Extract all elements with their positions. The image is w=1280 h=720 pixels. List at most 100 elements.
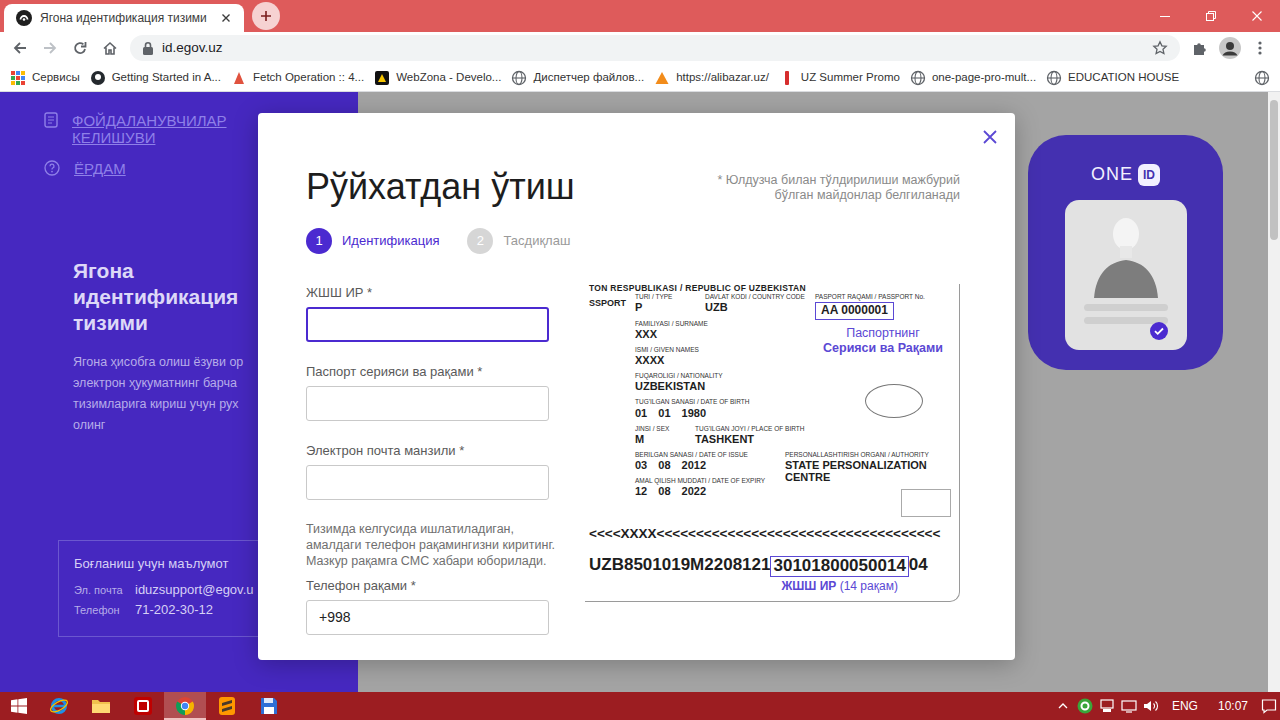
reload-icon: [72, 40, 88, 56]
passport-field: FUQAROLIGI / NATIONALITYUZBEKISTAN: [635, 372, 815, 392]
tray-network[interactable]: [1118, 699, 1140, 713]
caption-note: (14 рақам): [840, 579, 898, 593]
mrz-part: 04: [909, 556, 928, 575]
step-number: 1: [306, 228, 332, 254]
bookmark[interactable]: WebZona - Develo...: [374, 69, 501, 86]
language-indicator[interactable]: ENG: [1162, 697, 1208, 715]
bookmark[interactable]: one-page-pro-mult...: [910, 69, 1036, 86]
bookmark[interactable]: Сервисы: [10, 69, 80, 86]
caption-line: Паспортнинг: [815, 326, 951, 341]
bookmark-icon: [511, 70, 527, 86]
notifications-button[interactable]: [1258, 698, 1280, 714]
notification-icon: [1261, 698, 1277, 714]
lock-icon: [142, 41, 154, 55]
bookmark[interactable]: https://alibazar.uz/: [654, 69, 769, 86]
dialog-title: Рўйхатдан ўтиш: [306, 165, 575, 208]
profile-card: [1065, 200, 1187, 350]
scroll-thumb[interactable]: [1270, 100, 1278, 240]
phone-input[interactable]: [306, 600, 549, 635]
photo-area: [589, 320, 635, 451]
menu-button[interactable]: [1246, 34, 1274, 62]
ie-icon: [49, 696, 69, 716]
taskbar-app[interactable]: [164, 692, 206, 720]
taskbar-app[interactable]: [122, 692, 164, 720]
forward-button[interactable]: [36, 34, 64, 62]
taskbar-app[interactable]: [248, 692, 290, 720]
bookmark[interactable]: UZ Summer Promo: [779, 69, 900, 86]
taskbar-app[interactable]: [206, 692, 248, 720]
bookmark-label: Сервисы: [32, 69, 80, 86]
bookmark-label: Getting Started in A...: [112, 69, 221, 86]
oneid-illustration: ONEID: [1028, 135, 1223, 370]
passport-input[interactable]: [306, 386, 549, 421]
back-button[interactable]: [6, 34, 34, 62]
page-scrollbar[interactable]: [1268, 92, 1280, 692]
system-tray: ENG10:07: [1052, 692, 1280, 720]
passport-field: BERILGAN SANASI / DATE OF ISSUE03 08 201…: [635, 451, 785, 471]
windows-icon: [11, 698, 27, 714]
tray-expand[interactable]: [1052, 702, 1074, 710]
taskbar-app[interactable]: [80, 692, 122, 720]
bookmark[interactable]: Fetch Operation :: 4...: [231, 69, 364, 86]
save-icon: [260, 697, 278, 715]
extensions-button[interactable]: [1186, 34, 1214, 62]
tray-volume[interactable]: [1140, 699, 1162, 713]
field-label: ЖШШ ИР *: [306, 284, 549, 301]
caption-line: Серияси ва Рақами: [815, 341, 951, 356]
bookmark-icon: [654, 70, 670, 86]
profile-button[interactable]: [1216, 34, 1244, 62]
minimize-icon: [1160, 11, 1170, 21]
bookmark-icon: [90, 70, 106, 86]
puzzle-icon: [1192, 40, 1208, 56]
new-tab-button[interactable]: [252, 2, 280, 30]
bookmark-label: Диспетчер файлов...: [533, 69, 644, 86]
web-page: ФОЙДАЛАНУВЧИЛАР КЕЛИШУВИ ЁРДАМ Ягона идент…: [0, 92, 1280, 692]
sidebar-item[interactable]: ФОЙДАЛАНУВЧИЛАР КЕЛИШУВИ: [44, 112, 269, 146]
bookmark[interactable]: EDUCATION HOUSE: [1046, 69, 1179, 86]
person-icon: [1086, 208, 1166, 298]
maximize-button[interactable]: [1188, 0, 1234, 32]
caption-label: ЖШШ ИР: [781, 579, 836, 593]
step-label: Тасдиқлаш: [503, 231, 570, 251]
field-caption: BERILGAN SANASI / DATE OF ISSUE: [635, 451, 785, 458]
passport-field: TUG'ILGAN SANASI / DATE OF BIRTH01 01 19…: [635, 398, 815, 418]
bookmark[interactable]: Getting Started in A...: [90, 69, 221, 86]
sidebar-link: ФОЙДАЛАНУВЧИЛАР КЕЛИШУВИ: [72, 112, 269, 146]
passport-field: DAVLAT KODI / COUNTRY CODEUZB: [705, 293, 815, 313]
field-value: 12 08 2022: [635, 485, 785, 497]
field-value: STATE PERSONALIZATION CENTRE: [785, 459, 951, 483]
email-input[interactable]: [306, 465, 549, 500]
mrz-line: UZB8501019M220812130101800050014ЖШШ ИР (…: [589, 556, 951, 593]
placeholder-bar: [1084, 304, 1168, 311]
pinfl-input[interactable]: [306, 307, 549, 342]
field-label: Телефон рақами *: [306, 577, 549, 594]
clock[interactable]: 10:07: [1208, 697, 1258, 715]
step: 2Тасдиқлаш: [467, 228, 570, 254]
bookmark[interactable]: Диспетчер файлов...: [511, 69, 644, 86]
sidebar-title: Ягона идентификация тизими: [73, 258, 263, 336]
dialog-close-button[interactable]: [981, 128, 999, 146]
taskbar-app[interactable]: [38, 692, 80, 720]
browser-tab[interactable]: Ягона идентификация тизими: [4, 4, 244, 32]
document-icon: [44, 112, 58, 128]
minimize-button[interactable]: [1142, 0, 1188, 32]
pinfl-caption: ЖШШ ИР (14 рақам): [781, 580, 897, 593]
bookmark-star-button[interactable]: [1146, 34, 1174, 62]
bookmark-label: Fetch Operation :: 4...: [253, 69, 364, 86]
window-close-button[interactable]: [1234, 0, 1280, 32]
tray-device[interactable]: [1096, 699, 1118, 713]
field-caption: AMAL QILISH MUDDATI / DATE OF EXPIRY: [635, 477, 785, 484]
bookmark-label: EDUCATION HOUSE: [1068, 69, 1179, 86]
address-bar[interactable]: id.egov.uz: [130, 35, 1180, 61]
field-caption: ISMI / GIVEN NAMES: [635, 346, 815, 353]
reload-button[interactable]: [66, 34, 94, 62]
field-label: Электрон почта манзили *: [306, 442, 549, 459]
bookmark[interactable]: [1254, 70, 1270, 86]
tab-close-button[interactable]: [218, 10, 234, 26]
start-button[interactable]: [0, 692, 38, 720]
contact-value: iduzsupport@egov.u: [135, 580, 253, 599]
field-caption: TURI / TYPE: [635, 293, 705, 300]
tray-app[interactable]: [1074, 698, 1096, 714]
sidebar-item[interactable]: ЁРДАМ: [44, 160, 269, 177]
home-button[interactable]: [96, 34, 124, 62]
